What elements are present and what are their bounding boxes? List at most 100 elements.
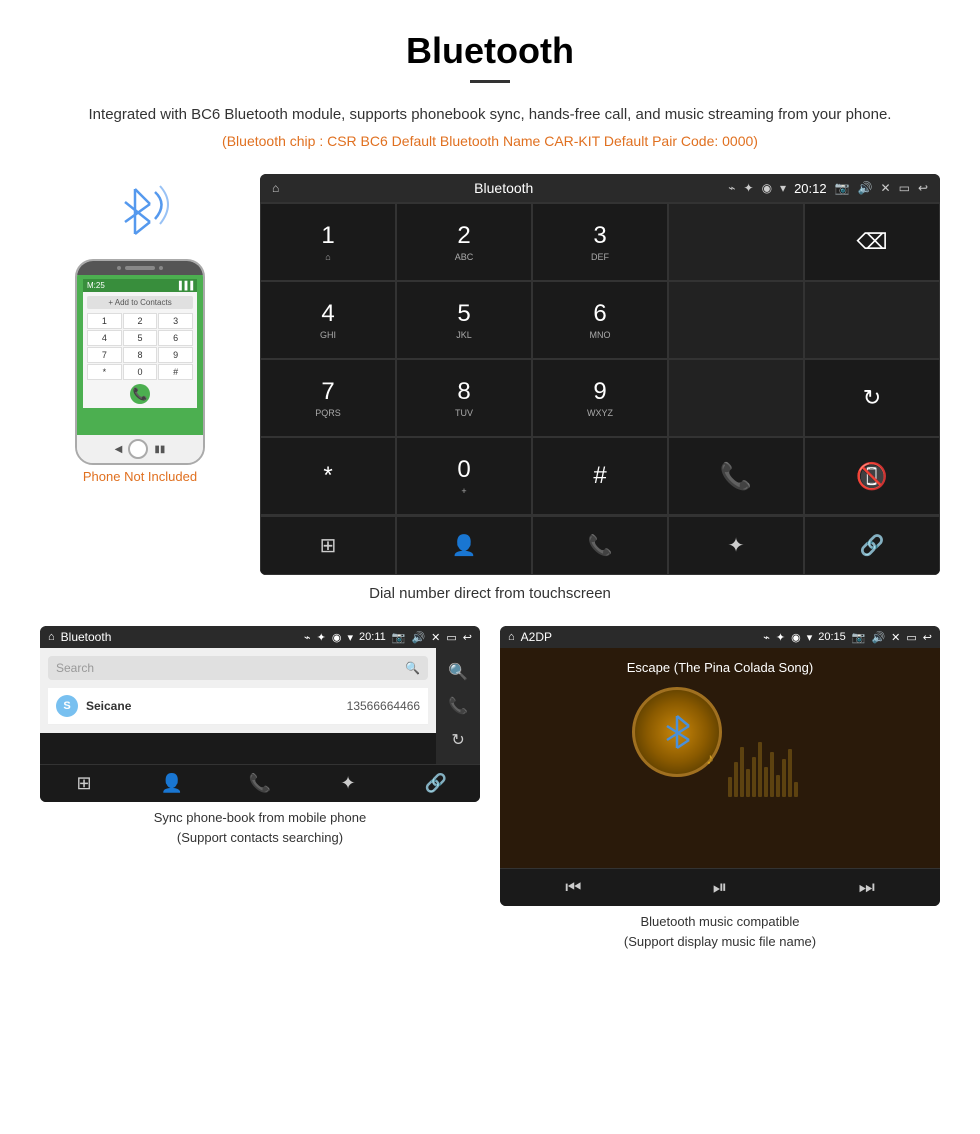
- digit-hash: #: [593, 462, 606, 490]
- dialpad-bottom-nav: ⊞ 👤 📞 ✦ 🔗: [260, 515, 940, 575]
- title-divider: [470, 80, 510, 83]
- dial-key-7[interactable]: 7 PQRS: [260, 359, 396, 437]
- dial-key-0[interactable]: 0 +: [396, 437, 532, 515]
- dial-key-refresh[interactable]: ↻: [804, 359, 940, 437]
- sub-plus: +: [461, 486, 466, 496]
- music-usb-icon: ⌁: [763, 631, 770, 644]
- pb-nav-dialpad[interactable]: ⊞: [40, 773, 128, 794]
- phonebook-panel: ⌂ Bluetooth ⌁ ✦ ◉ ▾ 20:11 📷 🔊 ✕ ▭ ↩: [40, 626, 480, 951]
- dialpad-time: 20:12: [794, 181, 827, 196]
- menu-icon: ▮▮: [154, 444, 165, 455]
- sub-wxyz: WXYZ: [587, 408, 613, 418]
- digit-3: 3: [593, 222, 606, 250]
- dial-caption: Dial number direct from touchscreen: [40, 585, 940, 602]
- music-home-icon: ⌂: [508, 631, 515, 643]
- close-icon: ✕: [881, 181, 891, 195]
- phonebook-content: Search 🔍 S Seicane 13566664466: [40, 648, 436, 733]
- dial-key-5[interactable]: 5 JKL: [396, 281, 532, 359]
- dial-key-8[interactable]: 8 TUV: [396, 359, 532, 437]
- music-bt-icon: ✦: [776, 631, 785, 644]
- song-title: Escape (The Pina Colada Song): [627, 660, 813, 675]
- dial-key-1[interactable]: 1 ⌂: [260, 203, 396, 281]
- call-green-icon: 📞: [720, 461, 752, 492]
- music-x-icon: ✕: [891, 631, 900, 644]
- pb-refresh-icon[interactable]: ↻: [445, 724, 470, 756]
- pb-nav-phone[interactable]: 📞: [216, 773, 304, 794]
- music-caption-line2: (Support display music file name): [624, 934, 816, 949]
- pb-nav-link[interactable]: 🔗: [392, 773, 480, 794]
- pb-nav-contacts[interactable]: 👤: [128, 773, 216, 794]
- dial-key-call[interactable]: 📞: [668, 437, 804, 515]
- digit-2: 2: [457, 222, 470, 250]
- nav-bluetooth-btn[interactable]: ✦: [668, 516, 804, 575]
- usb-icon: ⌁: [728, 181, 735, 195]
- digit-6: 6: [593, 300, 606, 328]
- music-topbar-title: A2DP: [521, 630, 758, 644]
- next-track-btn[interactable]: ⏭: [793, 877, 940, 898]
- phone-key-8: 8: [123, 347, 158, 363]
- dial-key-2[interactable]: 2 ABC: [396, 203, 532, 281]
- phone-key-3: 3: [158, 313, 193, 329]
- phonebook-screen: ⌂ Bluetooth ⌁ ✦ ◉ ▾ 20:11 📷 🔊 ✕ ▭ ↩: [40, 626, 480, 802]
- sub-pqrs: PQRS: [315, 408, 341, 418]
- pb-nav-bt[interactable]: ✦: [304, 773, 392, 794]
- digit-1: 1: [321, 222, 334, 250]
- nav-contacts-btn[interactable]: 👤: [396, 516, 532, 575]
- page-title: Bluetooth: [40, 30, 940, 72]
- phone-screen-body: + Add to Contacts 1 2 3 4 5 6 7 8 9: [83, 292, 197, 408]
- dial-key-4[interactable]: 4 GHI: [260, 281, 396, 359]
- dial-key-display-empty: [668, 203, 804, 281]
- play-pause-btn[interactable]: ⏯: [647, 877, 794, 898]
- pb-wifi-icon: ▾: [348, 631, 354, 644]
- dial-key-end[interactable]: 📵: [804, 437, 940, 515]
- dial-key-hash[interactable]: #: [532, 437, 668, 515]
- prev-track-btn[interactable]: ⏮: [500, 877, 647, 898]
- nav-phone-btn[interactable]: 📞: [532, 516, 668, 575]
- phone-dot: [117, 266, 121, 270]
- pb-cam-icon: 📷: [392, 631, 406, 644]
- phone-key-1: 1: [87, 313, 122, 329]
- sub-ghi: GHI: [320, 330, 336, 340]
- digit-0: 0: [457, 456, 470, 484]
- dial-key-star[interactable]: *: [260, 437, 396, 515]
- phone-screen: M:25 ▐▐▐ + Add to Contacts 1 2 3 4 5 6: [77, 275, 203, 435]
- screen-icon: ▭: [899, 181, 910, 195]
- digit-7: 7: [321, 378, 334, 406]
- contact-initial: S: [56, 695, 78, 717]
- music-back-icon: ↩: [923, 631, 932, 644]
- bluetooth-icon-area: [100, 174, 180, 249]
- nav-link-btn[interactable]: 🔗: [804, 516, 940, 575]
- contact-name: Seicane: [86, 699, 131, 713]
- pb-search-icon[interactable]: 🔍: [442, 656, 474, 688]
- phonebook-bottom-nav: ⊞ 👤 📞 ✦ 🔗: [40, 764, 480, 802]
- music-topbar: ⌂ A2DP ⌁ ✦ ◉ ▾ 20:15 📷 🔊 ✕ ▭ ↩: [500, 626, 940, 648]
- pb-back-icon: ↩: [463, 631, 472, 644]
- volume-icon: 🔊: [858, 181, 873, 195]
- music-caption: Bluetooth music compatible (Support disp…: [500, 912, 940, 951]
- digit-8: 8: [457, 378, 470, 406]
- phonebook-search-bar[interactable]: Search 🔍: [48, 656, 428, 680]
- dial-key-9[interactable]: 9 WXYZ: [532, 359, 668, 437]
- music-time: 20:15: [818, 631, 846, 643]
- dial-key-3[interactable]: 3 DEF: [532, 203, 668, 281]
- phone-key-2: 2: [123, 313, 158, 329]
- music-loc-icon: ◉: [791, 631, 801, 644]
- contact-number: 13566664466: [347, 699, 420, 713]
- nav-dialpad-btn[interactable]: ⊞: [260, 516, 396, 575]
- sub-def: DEF: [591, 252, 609, 262]
- music-screen: ⌂ A2DP ⌁ ✦ ◉ ▾ 20:15 📷 🔊 ✕ ▭ ↩ Escape (T…: [500, 626, 940, 906]
- dialpad-topbar-title: Bluetooth: [287, 180, 720, 196]
- signal-icons: ▐▐▐: [176, 281, 193, 290]
- sub-voicemail: ⌂: [325, 252, 330, 262]
- dial-key-6[interactable]: 6 MNO: [532, 281, 668, 359]
- pb-call-icon[interactable]: 📞: [442, 690, 474, 722]
- phone-call-btn: 📞: [130, 384, 150, 404]
- dial-key-backspace[interactable]: ⌫: [804, 203, 940, 281]
- back-icon: ↩: [918, 181, 928, 195]
- contact-entry[interactable]: S Seicane 13566664466: [48, 688, 428, 725]
- pb-usb-icon: ⌁: [304, 631, 311, 644]
- dialpad-topbar: ⌂ Bluetooth ⌁ ✦ ◉ ▾ 20:12 📷 🔊 ✕ ▭ ↩: [260, 174, 940, 202]
- digit-5: 5: [457, 300, 470, 328]
- phone-not-included-label: Phone Not Included: [83, 469, 197, 484]
- bluetooth-status-icon: ✦: [744, 181, 754, 195]
